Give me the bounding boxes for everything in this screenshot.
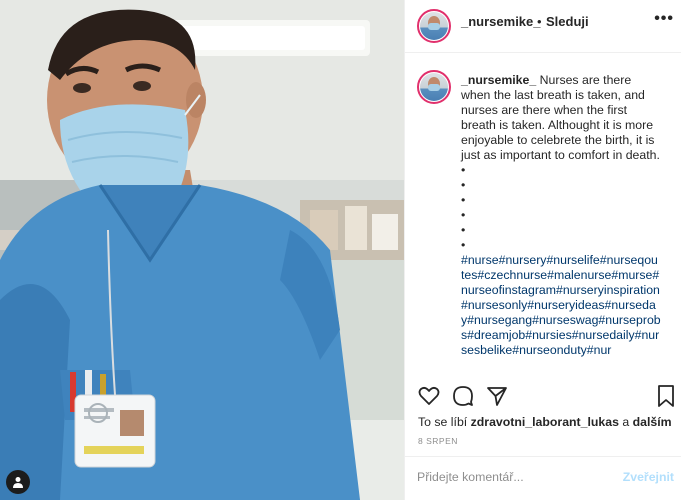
user-tag-icon[interactable] [6, 470, 30, 494]
post-panel: _nursemike_ • Sleduji ••• _nursemike_ Nu… [404, 0, 681, 500]
following-button[interactable]: Sleduji [546, 14, 589, 29]
post-photo[interactable] [0, 0, 404, 500]
avatar-image [420, 73, 448, 101]
share-icon[interactable] [485, 384, 509, 413]
post-comment-button[interactable]: Zveřejnit [623, 470, 674, 484]
liker-username[interactable]: zdravotni_laborant_lukas [471, 415, 619, 429]
caption-bullet: • [461, 238, 466, 252]
add-comment-bar: Zveřejnit [405, 456, 681, 501]
bookmark-icon[interactable] [656, 384, 676, 413]
header-separator: • [537, 14, 542, 29]
more-options-icon[interactable]: ••• [654, 10, 674, 28]
person-icon [13, 477, 23, 488]
avatar-image [420, 12, 448, 40]
action-bar [405, 384, 681, 412]
caption-hashtags[interactable]: #nurse#nursery#nurselife#nurseqoutes#cze… [461, 253, 661, 358]
likes-prefix: To se líbí [418, 415, 468, 429]
caption-bullet: • [461, 163, 466, 177]
comment-input[interactable] [417, 470, 617, 484]
caption-bullet: • [461, 223, 466, 237]
caption-avatar[interactable] [417, 70, 451, 104]
likes-summary: To se líbí zdravotni_laborant_lukas a da… [418, 415, 672, 429]
caption-bullet: • [461, 193, 466, 207]
caption-username[interactable]: _nursemike_ [461, 73, 536, 87]
comments-area[interactable]: _nursemike_ Nurses are there when the la… [405, 53, 681, 373]
post-date[interactable]: 8 SRPEN [418, 436, 458, 446]
caption-bullet: • [461, 208, 466, 222]
post-header: _nursemike_ • Sleduji ••• [405, 0, 681, 53]
comment-icon[interactable] [451, 384, 475, 413]
author-username[interactable]: _nursemike_ [461, 14, 541, 29]
post-caption: _nursemike_ Nurses are there when the la… [461, 73, 661, 358]
caption-bullet: • [461, 178, 466, 192]
likes-conjunction: a [622, 415, 630, 429]
likes-others-link[interactable]: dalším [633, 415, 672, 429]
nurse-photo-illustration [0, 0, 404, 500]
heart-icon[interactable] [417, 384, 441, 413]
author-avatar[interactable] [417, 9, 451, 43]
